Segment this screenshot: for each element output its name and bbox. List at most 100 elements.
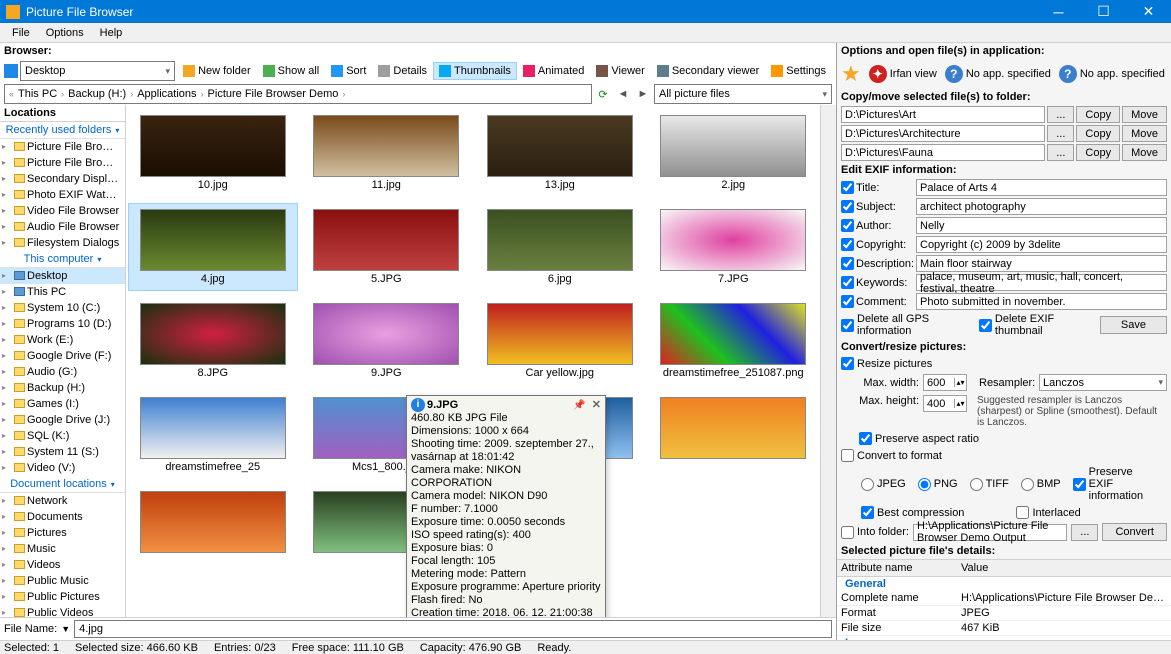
menu-help[interactable]: Help <box>92 25 131 41</box>
location-item[interactable]: Photo EXIF Watermark ... <box>0 187 125 203</box>
tooltip-close-icon[interactable]: ✕ <box>592 399 601 412</box>
location-item[interactable]: Public Pictures <box>0 589 125 605</box>
thumbnail-item[interactable]: dreamstimefree_25 <box>128 391 298 479</box>
location-item[interactable]: Public Music <box>0 573 125 589</box>
resize-checkbox[interactable]: Resize pictures <box>841 357 932 370</box>
toolbar-show-all[interactable]: Show all <box>257 62 326 80</box>
browse-button[interactable]: ... <box>1047 106 1074 123</box>
location-item[interactable]: Network <box>0 493 125 509</box>
forward-button[interactable]: ► <box>634 85 652 103</box>
location-item[interactable]: Filesystem Dialogs <box>0 235 125 251</box>
crumb[interactable]: This PC <box>16 88 59 100</box>
save-exif-button[interactable]: Save <box>1100 316 1167 334</box>
delete-thumb-checkbox[interactable]: Delete EXIF thumbnail <box>979 313 1088 337</box>
copy-button[interactable]: Copy <box>1076 106 1120 123</box>
aspect-checkbox[interactable]: Preserve aspect ratio <box>859 432 979 445</box>
fmt-jpeg[interactable]: JPEG <box>861 466 906 502</box>
exif-field-input[interactable]: architect photography <box>916 198 1167 215</box>
location-item[interactable]: This PC <box>0 284 125 300</box>
location-item[interactable]: Public Videos <box>0 605 125 617</box>
locations-section-docs[interactable]: Document locations <box>0 476 125 493</box>
open-noapp-2[interactable]: ?No app. specified <box>1059 65 1165 83</box>
thumbnail-item[interactable]: 4.jpg <box>128 203 298 291</box>
file-type-filter[interactable]: All picture files <box>654 84 832 104</box>
resampler-combo[interactable]: Lanczos <box>1039 374 1167 391</box>
dest-folder-input[interactable]: D:\Pictures\Architecture <box>841 125 1045 142</box>
exif-field-checkbox[interactable] <box>841 200 854 213</box>
location-item[interactable]: Google Drive (J:) <box>0 412 125 428</box>
toolbar-new-folder[interactable]: New folder <box>177 62 257 80</box>
exif-field-input[interactable]: Nelly <box>916 217 1167 234</box>
open-noapp-1[interactable]: ?No app. specified <box>945 65 1051 83</box>
location-item[interactable]: System 11 (S:) <box>0 444 125 460</box>
maxw-input[interactable]: 600▴▾ <box>923 374 967 391</box>
browse-button[interactable]: ... <box>1047 144 1074 161</box>
location-item[interactable]: Backup (H:) <box>0 380 125 396</box>
location-item[interactable]: Audio (G:) <box>0 364 125 380</box>
exif-field-checkbox[interactable] <box>841 276 854 289</box>
exif-field-input[interactable]: Copyright (c) 2009 by 3delite <box>916 236 1167 253</box>
crumb[interactable]: Backup (H:) <box>66 88 128 100</box>
best-compression-checkbox[interactable]: Best compression <box>861 506 964 519</box>
exif-field-checkbox[interactable] <box>841 219 854 232</box>
thumbnail-item[interactable]: 9.JPG <box>302 297 472 385</box>
copy-button[interactable]: Copy <box>1076 125 1120 142</box>
filename-input[interactable]: 4.jpg <box>74 620 832 638</box>
browse-button[interactable]: ... <box>1047 125 1074 142</box>
move-button[interactable]: Move <box>1122 125 1167 142</box>
thumbnail-item[interactable]: 10.jpg <box>128 109 298 197</box>
exif-field-input[interactable]: palace, museum, art, music, hall, concer… <box>916 274 1167 291</box>
location-item[interactable]: Video (V:) <box>0 460 125 476</box>
locations-tree[interactable]: Locations Recently used folders Picture … <box>0 105 126 617</box>
menu-file[interactable]: File <box>4 25 38 41</box>
into-folder-browse[interactable]: ... <box>1071 524 1098 541</box>
fmt-tiff[interactable]: TIFF <box>970 466 1009 502</box>
copy-button[interactable]: Copy <box>1076 144 1120 161</box>
pin-icon[interactable]: 📌 <box>573 399 585 412</box>
exif-field-checkbox[interactable] <box>841 257 854 270</box>
toolbar-sort[interactable]: Sort <box>325 62 372 80</box>
move-button[interactable]: Move <box>1122 106 1167 123</box>
thumbnail-item[interactable]: dreamstimefree_251087.png <box>649 297 819 385</box>
filename-dropdown-icon[interactable]: ▼ <box>61 624 70 634</box>
location-item[interactable]: Videos <box>0 557 125 573</box>
thumbnail-item[interactable]: 8.JPG <box>128 297 298 385</box>
convert-button[interactable]: Convert <box>1102 523 1167 541</box>
location-item[interactable]: SQL (K:) <box>0 428 125 444</box>
toolbar-animated[interactable]: Animated <box>517 62 590 80</box>
location-item[interactable]: Games (I:) <box>0 396 125 412</box>
locations-section-recent[interactable]: Recently used folders <box>0 122 125 139</box>
location-item[interactable]: Work (E:) <box>0 332 125 348</box>
thumbnail-item[interactable]: 13.jpg <box>475 109 645 197</box>
minimize-button[interactable]: ─ <box>1036 0 1081 23</box>
crumb[interactable]: Applications <box>135 88 198 100</box>
location-item[interactable]: Desktop <box>0 268 125 284</box>
toolbar-details[interactable]: Details <box>372 62 433 80</box>
exif-field-input[interactable]: Main floor stairway <box>916 255 1167 272</box>
delete-gps-checkbox[interactable]: Delete all GPS information <box>841 313 967 337</box>
breadcrumb[interactable]: « This PC› Backup (H:)› Applications› Pi… <box>4 84 592 104</box>
location-item[interactable]: Secondary Display Phot... <box>0 171 125 187</box>
location-item[interactable]: Pictures <box>0 525 125 541</box>
details-row[interactable]: FormatJPEG <box>837 606 1171 621</box>
thumbnail-item[interactable]: 5.JPG <box>302 203 472 291</box>
dest-folder-input[interactable]: D:\Pictures\Fauna <box>841 144 1045 161</box>
maximize-button[interactable]: ☐ <box>1081 0 1126 23</box>
star-icon[interactable]: ★ <box>841 61 861 87</box>
location-item[interactable]: Google Drive (F:) <box>0 348 125 364</box>
thumbnail-item[interactable]: 2.jpg <box>649 109 819 197</box>
fmt-png[interactable]: PNG <box>918 466 958 502</box>
thumbnail-item[interactable]: 11.jpg <box>302 109 472 197</box>
exif-field-checkbox[interactable] <box>841 238 854 251</box>
location-item[interactable]: Audio File Browser <box>0 219 125 235</box>
into-folder-checkbox[interactable]: Into folder: <box>841 526 909 539</box>
maxh-input[interactable]: 400▴▾ <box>923 395 967 412</box>
thumbnail-item[interactable] <box>649 391 819 479</box>
dest-folder-input[interactable]: D:\Pictures\Art <box>841 106 1045 123</box>
thumbnail-item[interactable] <box>128 485 298 561</box>
exif-field-input[interactable]: Palace of Arts 4 <box>916 179 1167 196</box>
into-folder-input[interactable]: H:\Applications\Picture File Browser Dem… <box>913 524 1067 541</box>
interlaced-checkbox[interactable]: Interlaced <box>1016 506 1080 519</box>
locations-section-computer[interactable]: This computer <box>0 251 125 268</box>
refresh-button[interactable]: ⟳ <box>594 85 612 103</box>
